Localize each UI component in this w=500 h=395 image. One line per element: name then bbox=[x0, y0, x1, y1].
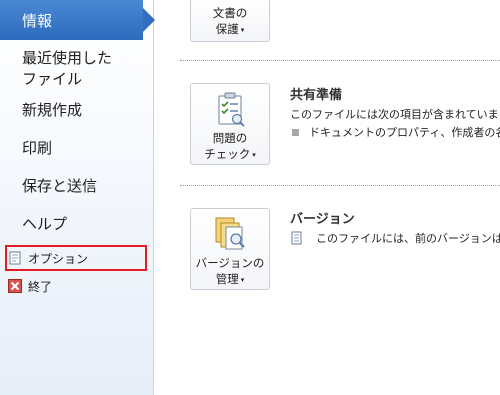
check-issues-line2: チェック bbox=[204, 147, 251, 161]
backstage-nav: 情報 最近使用した ファイル 新規作成 印刷 保存と送信 ヘルプ オプション 終… bbox=[0, 0, 155, 395]
prepare-share-bullet: ドキュメントのプロパティ、作成者の名 bbox=[290, 124, 500, 140]
prepare-share-bullet-text: ドキュメントのプロパティ、作成者の名 bbox=[309, 126, 500, 139]
nav-item-exit[interactable]: 終了 bbox=[8, 276, 52, 296]
check-issues-button[interactable]: 問題の チェック ▾ bbox=[190, 83, 270, 165]
bullet-icon bbox=[292, 128, 299, 136]
protect-document-button[interactable]: 文書の 保護 ▾ bbox=[190, 0, 270, 42]
options-highlight-box bbox=[5, 245, 147, 271]
info-pane: 文書の 保護 ▾ 問題の チェック ▾ 共有準備 このファイルには次の項目が含まれて… bbox=[154, 0, 500, 395]
check-issues-line1: 問題の bbox=[212, 131, 248, 145]
versions-title: バージョン bbox=[290, 212, 355, 227]
nav-item-info-label: 情報 bbox=[22, 12, 53, 30]
checklist-icon bbox=[213, 92, 247, 128]
nav-item-info[interactable]: 情報 bbox=[0, 0, 155, 40]
document-icon bbox=[290, 231, 304, 245]
versions-icon bbox=[212, 215, 248, 253]
manage-versions-line2: 管理 bbox=[215, 272, 239, 286]
prepare-share-text: このファイルには次の項目が含まれていま bbox=[290, 108, 499, 121]
nav-item-new[interactable]: 新規作成 bbox=[22, 100, 82, 121]
versions-text: このファイルには、前のバージョンはあ bbox=[316, 232, 500, 245]
separator bbox=[180, 185, 500, 186]
protect-line2: 保護 bbox=[215, 22, 239, 36]
prepare-share-title: 共有準備 bbox=[290, 88, 343, 103]
manage-versions-caret-icon: ▾ bbox=[240, 275, 245, 284]
nav-item-recent[interactable]: 最近使用した ファイル bbox=[22, 48, 112, 90]
separator bbox=[180, 60, 500, 61]
protect-caret-icon: ▾ bbox=[240, 25, 245, 34]
nav-item-help[interactable]: ヘルプ bbox=[22, 214, 67, 235]
protect-line1: 文書の bbox=[212, 6, 248, 20]
nav-item-save-send[interactable]: 保存と送信 bbox=[22, 176, 97, 197]
exit-icon bbox=[8, 279, 22, 293]
manage-versions-button[interactable]: バージョンの 管理 ▾ bbox=[190, 208, 270, 290]
exit-label: 終了 bbox=[28, 279, 53, 294]
manage-versions-line1: バージョンの bbox=[195, 256, 265, 270]
check-issues-caret-icon: ▾ bbox=[252, 150, 256, 159]
versions-info: このファイルには、前のバージョンはあ bbox=[290, 230, 500, 246]
nav-item-print[interactable]: 印刷 bbox=[22, 138, 52, 159]
